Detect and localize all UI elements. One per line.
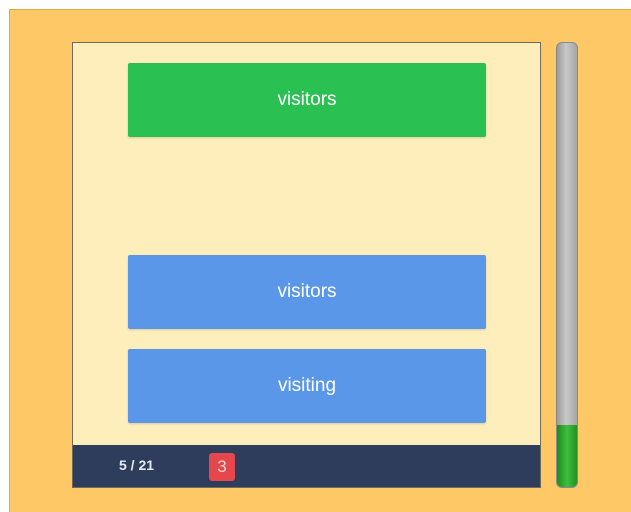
status-bar: 5 / 21 3: [73, 445, 540, 487]
timer-meter: [556, 42, 578, 488]
lives-badge: 3: [209, 453, 235, 481]
game-board: visitors visitors visiting 5 / 21 3: [72, 42, 541, 488]
timer-meter-fill: [557, 424, 577, 487]
answer-tile-option-2[interactable]: visiting: [128, 349, 486, 423]
question-counter: 5 / 21: [119, 457, 155, 473]
answer-tile-correct[interactable]: visitors: [128, 63, 486, 137]
answer-tile-option-1[interactable]: visitors: [128, 255, 486, 329]
